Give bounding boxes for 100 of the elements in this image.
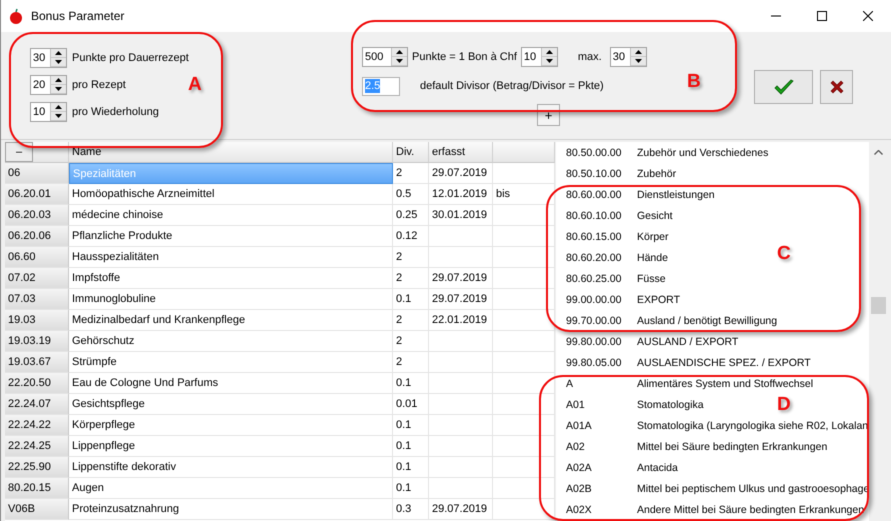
list-code[interactable]: A02X [556, 504, 637, 516]
table-cell: 12.01.2019 [429, 184, 493, 205]
row-header[interactable]: 06.60 [5, 247, 69, 268]
table-cell: 2 [393, 331, 429, 352]
list-code[interactable]: A02 [556, 440, 637, 452]
table-cell: 29.07.2019 [429, 499, 493, 520]
table-cell: 0.1 [393, 457, 429, 478]
table-cell [429, 478, 493, 499]
cancel-button[interactable] [820, 70, 853, 104]
row-header[interactable]: 22.25.90 [5, 457, 69, 478]
table-cell[interactable]: Impfstoffe [69, 268, 393, 289]
field-label: pro Wiederholung [72, 106, 159, 118]
table-cell [429, 226, 493, 247]
list-code[interactable]: 80.60.15.00 [556, 230, 637, 242]
annotation-label: C [777, 243, 791, 265]
row-header[interactable]: V06B [5, 499, 69, 520]
table-cell[interactable]: Immunoglobuline [69, 289, 393, 310]
list-text[interactable]: Zubehör und Verschiedenes [637, 146, 768, 158]
table-cell: 30.01.2019 [429, 205, 493, 226]
table-cell[interactable]: Gehörschutz [69, 331, 393, 352]
annotation-label: D [777, 394, 791, 416]
row-header[interactable]: 19.03.67 [5, 352, 69, 373]
table-cell: 2 [393, 163, 429, 184]
field-value: 2.5 [365, 79, 380, 93]
list-text[interactable]: Dienstleistungen [637, 188, 715, 200]
table-cell: 0.1 [393, 415, 429, 436]
table-cell[interactable]: Pflanzliche Produkte [69, 226, 393, 247]
row-header[interactable]: 07.03 [5, 289, 69, 310]
list-text[interactable]: Ausland / benötigt Bewilligung [637, 314, 778, 326]
table-cell[interactable]: médecine chinoise [69, 205, 393, 226]
row-header[interactable]: 07.02 [5, 268, 69, 289]
table-cell: 0.25 [393, 205, 429, 226]
row-header[interactable]: 22.24.22 [5, 415, 69, 436]
scrollbar-thumb[interactable] [870, 297, 886, 314]
list-code[interactable]: A02A [556, 462, 637, 474]
list-code[interactable]: 99.70.00.00 [556, 314, 637, 326]
row-header[interactable]: 06.20.03 [5, 205, 69, 226]
table-cell[interactable]: Augen [69, 478, 393, 499]
table-cell[interactable]: Körperpflege [69, 415, 393, 436]
list-text[interactable]: Zubehör [637, 168, 676, 180]
list-text[interactable]: AUSLAND / EXPORT [637, 336, 738, 348]
table-cell[interactable]: Homöopathische Arzneimittel [69, 184, 393, 205]
table-cell: 29.07.2019 [429, 268, 493, 289]
table-cell[interactable]: Lippenpflege [69, 436, 393, 457]
list-text[interactable]: Füsse [637, 272, 666, 284]
row-header[interactable]: 19.03 [5, 310, 69, 331]
list-code[interactable]: 99.00.00.00 [556, 294, 637, 306]
list-code[interactable]: 80.50.00.00 [556, 146, 637, 158]
table-cell [429, 352, 493, 373]
list-code[interactable]: 80.60.25.00 [556, 272, 637, 284]
list-text[interactable]: Stomatologika (Laryngologika siehe R02, Lokalan [637, 420, 868, 432]
table-cell[interactable]: Medizinalbedarf und Krankenpflege [69, 310, 393, 331]
list-text[interactable]: Mittel bei Säure bedingten Erkrankungen [637, 440, 828, 452]
list-code[interactable]: 80.60.10.00 [556, 210, 637, 222]
row-header[interactable]: 06.20.01 [5, 184, 69, 205]
table-cell[interactable]: Gesichtspflege [69, 394, 393, 415]
list-text[interactable]: Stomatologika [637, 398, 704, 410]
field-label: default Divisor (Betrag/Divisor = Pkte) [420, 80, 604, 92]
list-code[interactable]: A01 [556, 398, 637, 410]
field-label: Punkte pro Dauerrezept [72, 52, 189, 64]
row-header[interactable]: 22.24.07 [5, 394, 69, 415]
row-header[interactable]: 22.20.50 [5, 373, 69, 394]
row-header[interactable]: 22.24.25 [5, 436, 69, 457]
table-cell[interactable]: Proteinzusatznahrung [69, 499, 393, 520]
table-cell: 29.07.2019 [429, 163, 493, 184]
collapse-button[interactable]: – [5, 142, 33, 162]
list-code[interactable]: A01A [556, 420, 637, 432]
field-label: max. [578, 51, 602, 63]
list-code[interactable]: 80.60.00.00 [556, 188, 637, 200]
row-header[interactable]: 06 [5, 163, 69, 184]
list-text[interactable]: Andere Mittel bei Säure bedingten Erkrankungen [637, 504, 864, 516]
arrow-up-icon [874, 150, 882, 155]
list-text[interactable]: Körper [637, 230, 669, 242]
list-text[interactable]: Mittel bei peptischem Ulkus und gastrooesophage [637, 482, 870, 494]
table-cell[interactable]: Hausspezialitäten [69, 247, 393, 268]
list-text[interactable]: AUSLAENDISCHE SPEZ. / EXPORT [637, 356, 811, 368]
ok-button[interactable] [754, 70, 813, 104]
row-header[interactable]: 06.20.06 [5, 226, 69, 247]
list-text[interactable]: Antacida [637, 462, 678, 474]
row-header[interactable]: 80.20.15 [5, 478, 69, 499]
list-text[interactable]: Alimentäres System und Stoffwechsel [637, 378, 814, 390]
list-code[interactable]: 80.60.20.00 [556, 252, 637, 264]
list-code[interactable]: 99.80.00.00 [556, 336, 637, 348]
list-text[interactable]: Gesicht [637, 210, 673, 222]
table-cell[interactable]: Lippenstifte dekorativ [69, 457, 393, 478]
table-cell: 0.1 [393, 373, 429, 394]
check-icon [774, 79, 794, 95]
list-code[interactable]: 99.80.05.00 [556, 356, 637, 368]
list-code[interactable]: A02B [556, 482, 637, 494]
table-cell: bis [493, 184, 555, 205]
expand-button[interactable]: + [537, 104, 560, 126]
list-code[interactable]: A [556, 378, 637, 390]
list-text[interactable]: Hände [637, 252, 668, 264]
row-header[interactable]: 19.03.19 [5, 331, 69, 352]
table-cell [429, 331, 493, 352]
list-code[interactable]: 80.50.10.00 [556, 168, 637, 180]
table-cell[interactable]: Eau de Cologne Und Parfums [69, 373, 393, 394]
table-cell[interactable]: Strümpfe [69, 352, 393, 373]
list-text[interactable]: EXPORT [637, 294, 680, 306]
field-label: pro Rezept [72, 79, 126, 91]
